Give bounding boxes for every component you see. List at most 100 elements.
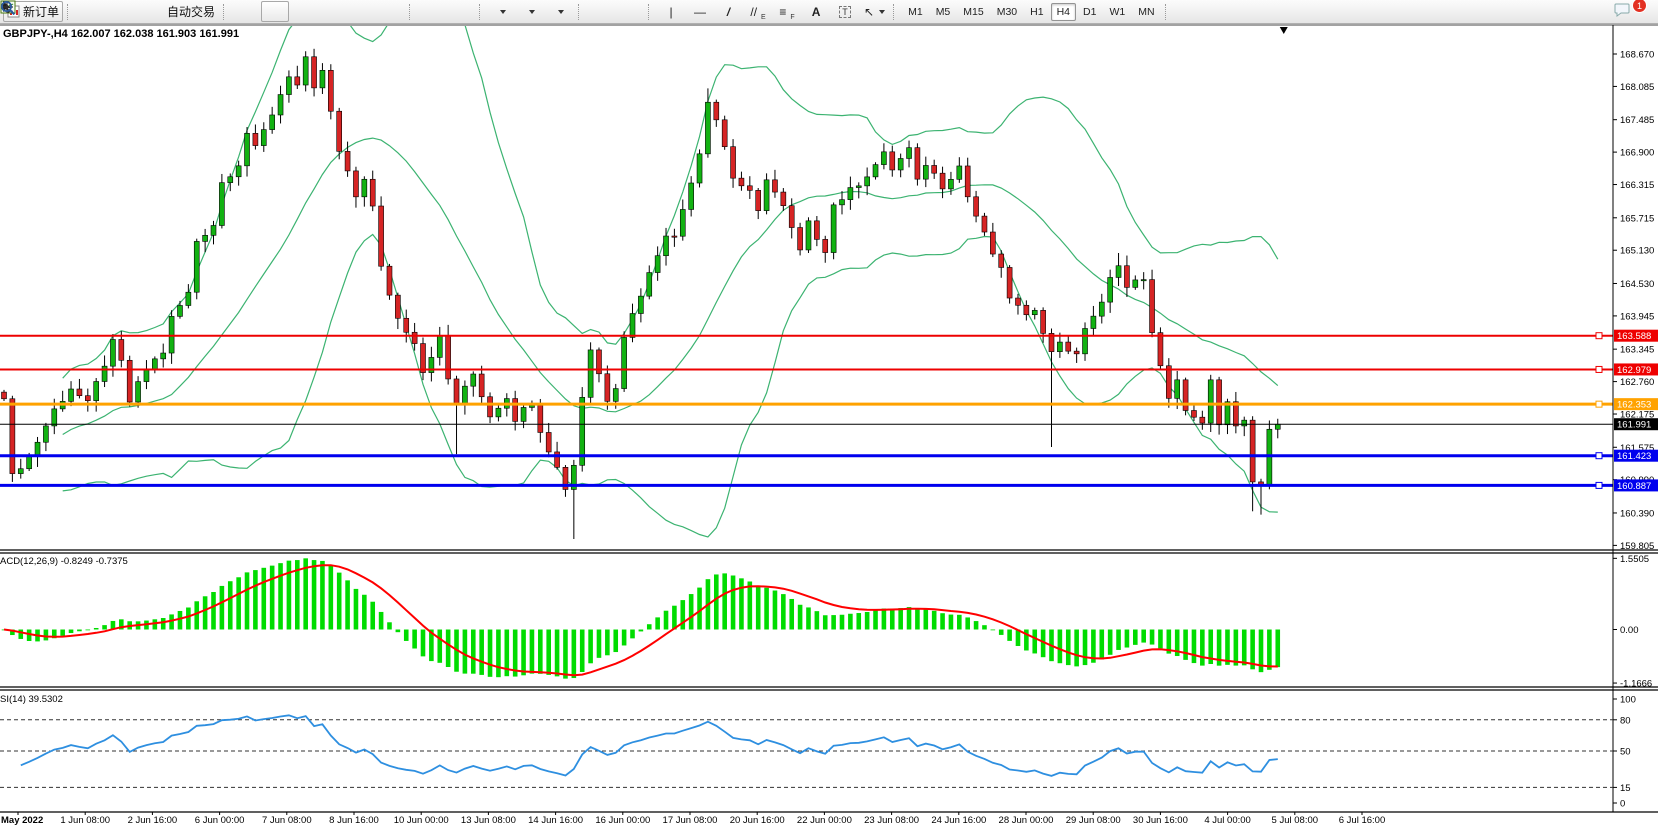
text-label-tool-button[interactable]: T [831,1,859,22]
tile-windows-button[interactable] [377,1,405,22]
timeframe-h4[interactable]: H4 [1051,3,1076,21]
rsi-indicator-label: SI(14) 39.5302 [0,694,63,705]
indicators-dropdown-caret[interactable] [500,10,506,14]
macd-histogram-bar [203,596,208,629]
macd-histogram-bar [764,588,769,630]
macd-histogram-bar [915,609,920,630]
macd-histogram-bar [1225,630,1230,665]
templates-dropdown-caret[interactable] [558,10,564,14]
search-icon [0,0,16,15]
time-axis-label: 17 Jun 08:00 [663,815,718,826]
timeframe-m15[interactable]: M15 [957,3,989,21]
macd-histogram-bar [1125,630,1130,648]
community-button[interactable] [105,1,133,22]
timeframe-mn[interactable]: MN [1132,3,1160,21]
macd-histogram-bar [572,630,577,679]
price-axis-tick-label: 168.085 [1620,82,1654,93]
main-panel[interactable] [2,0,1281,539]
macd-histogram-bar [865,612,870,630]
macd-histogram-bar [1275,630,1280,668]
price-axis-tick-label: 159.805 [1620,541,1654,552]
macd-histogram-bar [387,622,392,629]
macd-histogram-bar [789,599,794,630]
macd-histogram-bar [974,621,979,629]
hline-handle[interactable] [1596,482,1602,488]
toolbar-separator [67,4,72,20]
macd-histogram-bar [412,630,417,649]
time-axis-label: 13 Jun 08:00 [461,815,516,826]
toolbar-separator [223,4,228,20]
price-chart-canvas[interactable]: 168.670168.085167.485166.900166.315165.7… [0,0,1658,828]
indicators-button[interactable] [488,1,516,22]
macd-histogram-bar [421,630,426,657]
arrows-tool-button[interactable]: ↖ [860,1,889,22]
svg-text:162.353: 162.353 [1617,400,1651,411]
crosshair-tool-button[interactable] [616,1,644,22]
macd-histogram-bar [781,594,786,629]
macd-histogram-bar [731,575,736,629]
zoom-in-button[interactable] [319,1,347,22]
macd-histogram-bar [739,578,744,629]
macd-histogram-bar [471,630,476,674]
cursor-tool-button[interactable] [587,1,615,22]
macd-histogram-bar [261,568,266,630]
horizontal-line-tool-button[interactable]: — [686,1,714,22]
hline-handle[interactable] [1596,401,1602,407]
chat-button[interactable]: 1 [1613,1,1641,22]
zoom-out-button[interactable] [348,1,376,22]
price-axis-tick-label: 163.945 [1620,311,1654,322]
mql5-button[interactable] [76,1,104,22]
timeframe-m5[interactable]: M5 [930,3,957,21]
time-axis[interactable]: May 20221 Jun 08:002 Jun 16:006 Jun 00:0… [1,812,1385,826]
macd-histogram-bar [982,625,987,629]
periods-dropdown-caret[interactable] [529,10,535,14]
macd-histogram-bar [949,615,954,630]
timeframe-m1[interactable]: M1 [902,3,929,21]
time-axis-label: 4 Jul 00:00 [1204,815,1250,826]
timeframe-m30[interactable]: M30 [991,3,1023,21]
periods-button[interactable] [517,1,545,22]
timeframe-h1[interactable]: H1 [1024,3,1049,21]
price-axis-tick-label: 160.390 [1620,508,1654,519]
macd-panel[interactable] [2,558,1280,678]
auto-scroll-button[interactable] [418,1,446,22]
timeframe-w1[interactable]: W1 [1103,3,1131,21]
time-axis-label: 30 Jun 16:00 [1133,815,1188,826]
vertical-line-tool-button[interactable]: | [657,1,685,22]
candlestick-chart-button[interactable] [261,1,289,22]
autotrading-button[interactable]: 自动交易 [163,1,219,22]
macd-histogram-bar [479,630,484,675]
search-button[interactable] [1579,1,1607,22]
chart-shift-button[interactable] [447,1,475,22]
toolbar-separator [479,4,484,20]
fibonacci-tool-button[interactable]: ≡ F [773,1,801,22]
text-tool-button[interactable]: A [802,1,830,22]
hline-handle[interactable] [1596,453,1602,459]
time-axis-label: 28 Jun 00:00 [999,815,1054,826]
time-axis-label: 1 Jun 08:00 [60,815,110,826]
time-axis-label: 29 Jun 08:00 [1066,815,1121,826]
bar-chart-button[interactable] [232,1,260,22]
time-axis-label: 2 Jun 16:00 [128,815,178,826]
toolbar-separator [578,4,583,20]
macd-histogram-bar [1141,630,1146,643]
rsi-axis-label: 0 [1620,799,1625,810]
channel-tool-button[interactable]: // E [744,1,772,22]
timeframe-d1[interactable]: D1 [1077,3,1102,21]
signals-button[interactable] [134,1,162,22]
time-axis-label: 20 Jun 16:00 [730,815,785,826]
line-chart-button[interactable] [290,1,318,22]
time-axis-label: May 2022 [1,815,43,826]
macd-axis-label: -1.1666 [1620,679,1652,690]
trendline-tool-button[interactable]: / [715,1,743,22]
rsi-panel[interactable] [0,715,1613,787]
templates-button[interactable] [546,1,574,22]
hline-handle[interactable] [1596,333,1602,339]
macd-histogram-bar [680,600,685,629]
hline-handle[interactable] [1596,366,1602,372]
macd-histogram-bar [354,589,359,630]
autotrading-label: 自动交易 [167,3,215,20]
arrows-dropdown-caret[interactable] [879,10,885,14]
macd-histogram-bar [69,630,74,634]
channel-icon-sub: E [761,14,766,21]
